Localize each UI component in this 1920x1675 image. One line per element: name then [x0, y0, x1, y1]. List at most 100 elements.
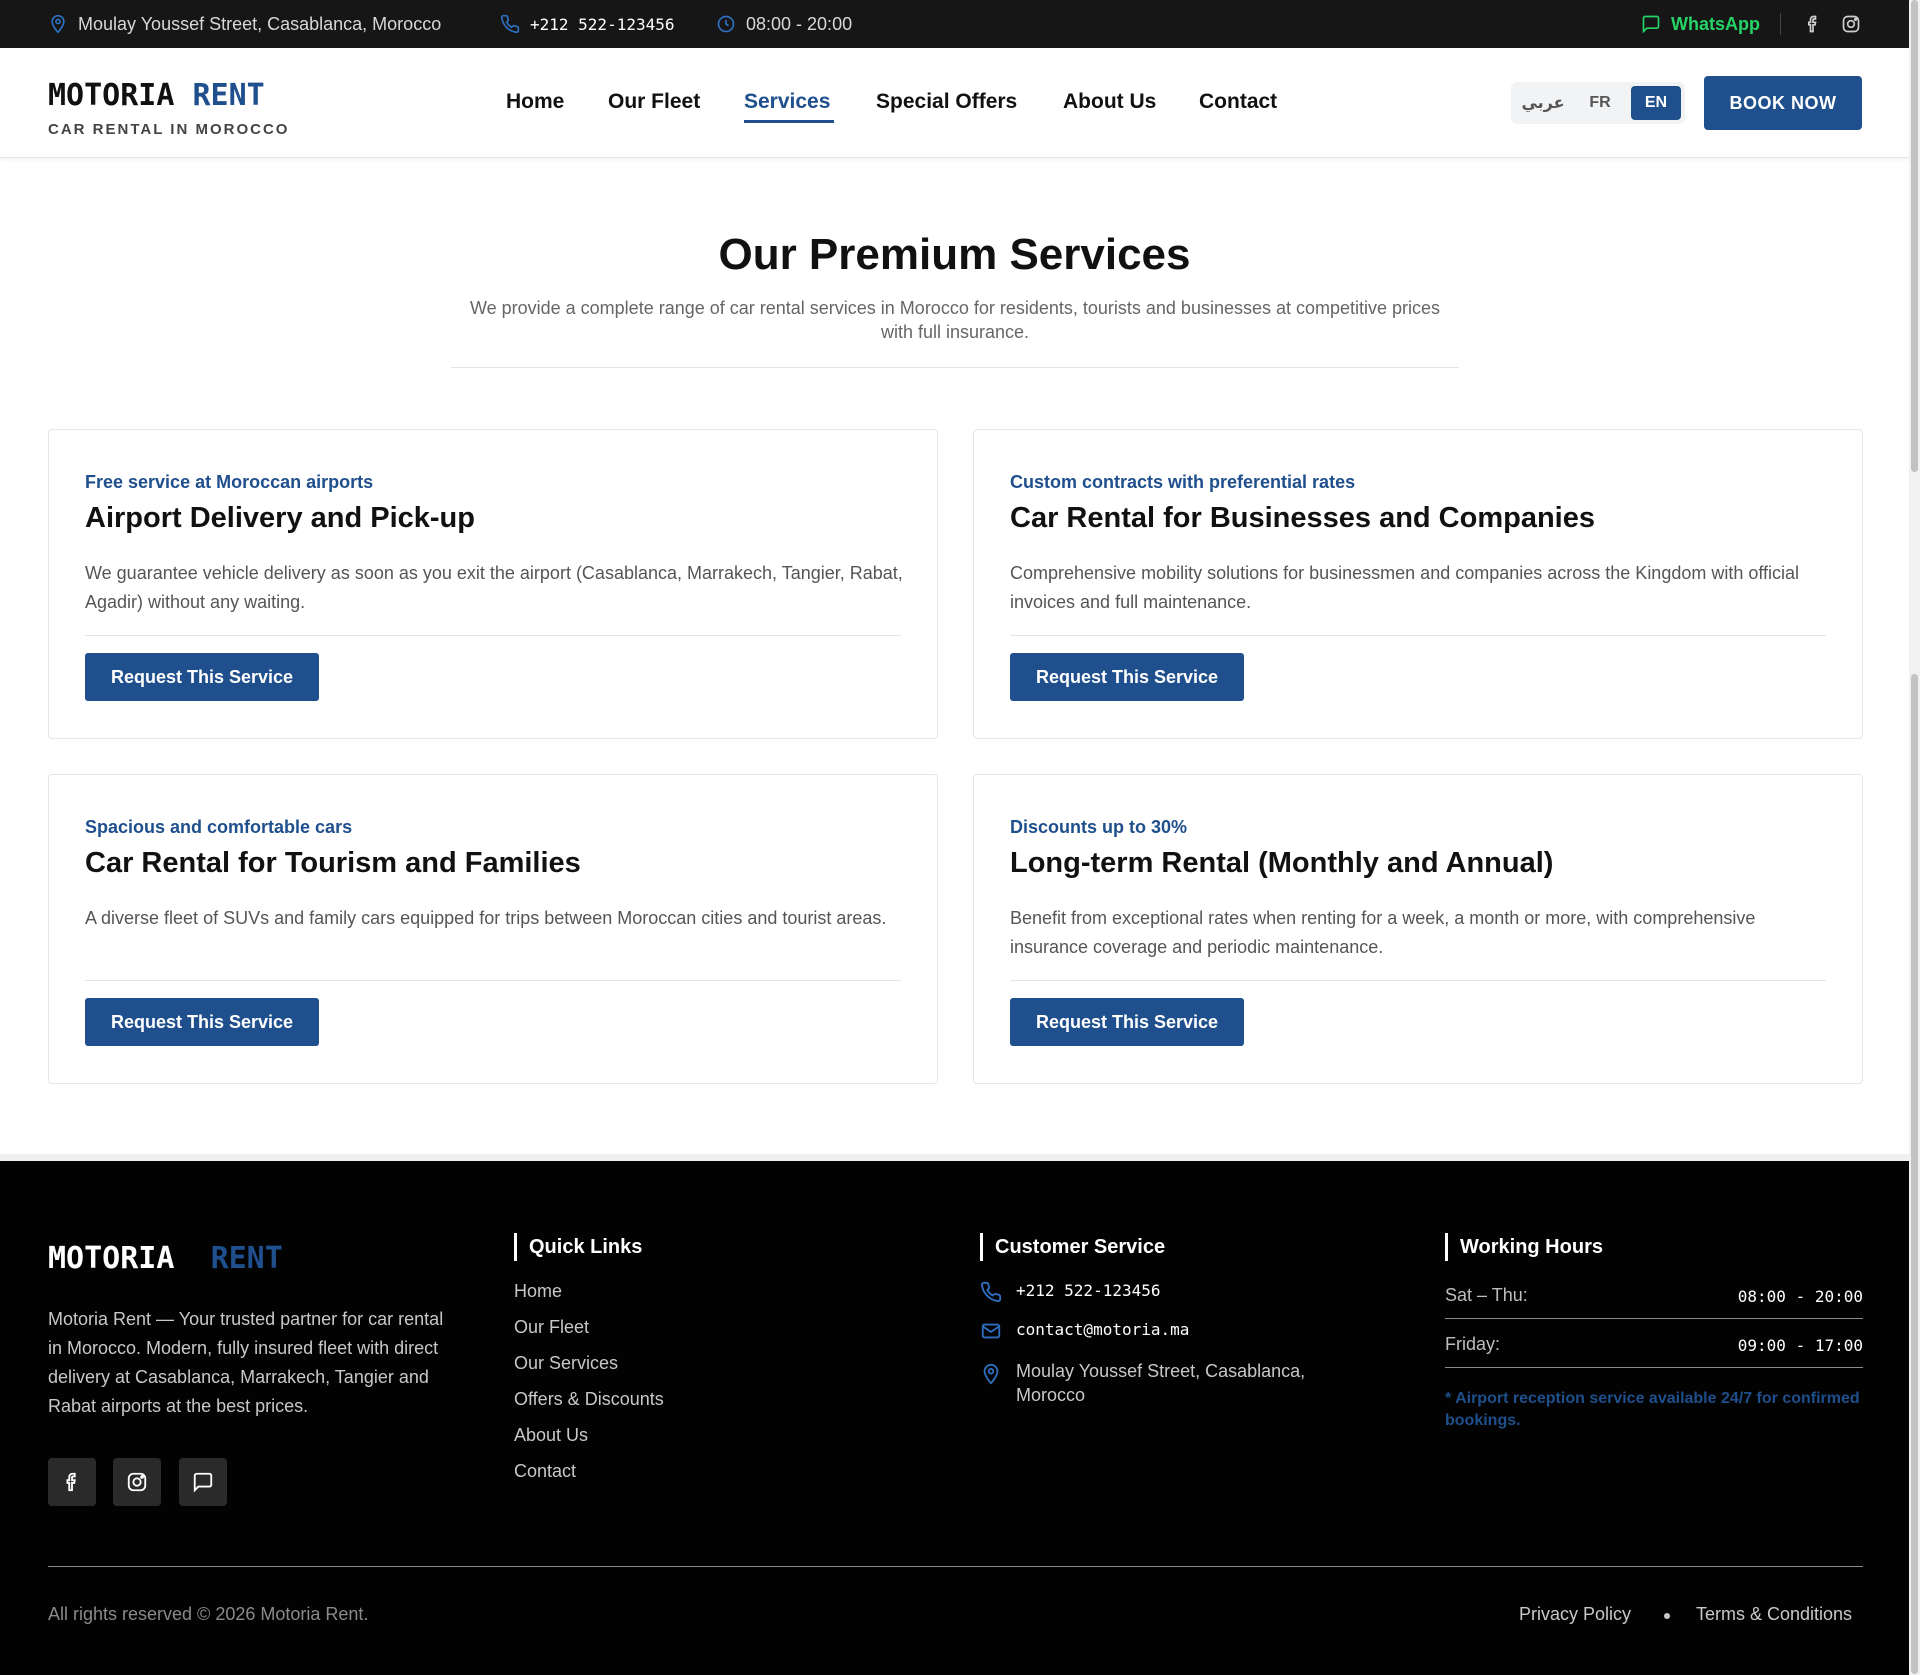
service-divider	[85, 980, 901, 981]
nav-active-underline	[744, 120, 834, 123]
service-eyebrow: Custom contracts with preferential rates	[1010, 472, 1356, 492]
service-card-airport: Free service at Moroccan airports Airpor…	[48, 429, 938, 739]
map-pin-icon	[51, 14, 65, 34]
topbar-address-text: Moulay Youssef Street, Casablanca, Moroc…	[78, 13, 442, 34]
service-title: Car Rental for Businesses and Companies	[1010, 502, 1595, 534]
nav-our-fleet[interactable]: Our Fleet	[608, 90, 700, 114]
site-logo[interactable]: MOTORIA RENT CAR RENTAL IN MOROCCO	[48, 78, 289, 138]
footer-link-about[interactable]: About Us	[514, 1425, 588, 1446]
nav-contact[interactable]: Contact	[1199, 90, 1277, 114]
request-service-button[interactable]: Request This Service	[1010, 653, 1244, 701]
phone-icon	[981, 1281, 1002, 1302]
footer-gap	[0, 1154, 1909, 1161]
clock-icon	[717, 15, 735, 33]
lang-fr[interactable]: FR	[1577, 86, 1623, 120]
scrollbar-thumb-upper[interactable]	[1911, 0, 1918, 472]
lang-ar[interactable]: عربي	[1517, 86, 1569, 120]
hours-row-weekdays: Sat – Thu: 08:00 - 20:00	[1445, 1283, 1863, 1319]
service-title: Airport Delivery and Pick-up	[85, 502, 475, 534]
logo-main: MOTORIA	[48, 78, 175, 113]
customer-service-heading: Customer Service	[980, 1233, 1165, 1261]
topbar-separator	[1780, 13, 1781, 35]
logo-accent: RENT	[192, 78, 265, 113]
footer-about: Motoria Rent — Your trusted partner for …	[48, 1309, 444, 1416]
footer-link-home[interactable]: Home	[514, 1281, 562, 1302]
service-divider	[85, 635, 901, 636]
topbar-instagram-link[interactable]	[1841, 0, 1861, 48]
lang-en[interactable]: EN	[1631, 86, 1681, 120]
footer-phone-text: +212 522-123456	[1016, 1281, 1161, 1300]
logo-tagline: CAR RENTAL IN MOROCCO	[48, 121, 290, 138]
service-description: We guarantee vehicle delivery as soon as…	[85, 563, 903, 612]
terms-link[interactable]: Terms & Conditions	[1696, 1604, 1852, 1625]
page: Moulay Youssef Street, Casablanca, Moroc…	[0, 0, 1909, 1675]
footer-phone[interactable]: +212 522-123456	[980, 1281, 1161, 1303]
topbar-hours: 08:00 - 20:00	[716, 0, 852, 48]
footer-instagram-button[interactable]	[113, 1458, 161, 1506]
quick-links-heading: Quick Links	[514, 1233, 642, 1261]
footer-link-offers[interactable]: Offers & Discounts	[514, 1389, 664, 1410]
footer-logo-accent: RENT	[210, 1241, 283, 1276]
page-scrollbar[interactable]	[1909, 0, 1920, 1675]
request-service-button[interactable]: Request This Service	[85, 653, 319, 701]
footer-logo-main: MOTORIA	[48, 1241, 175, 1276]
topbar-facebook-link[interactable]	[1803, 0, 1823, 48]
nav-home[interactable]: Home	[506, 90, 564, 114]
section-title: Our Premium Services	[718, 230, 1191, 279]
topbar-address: Moulay Youssef Street, Casablanca, Moroc…	[48, 0, 441, 48]
hours-time: 08:00 - 20:00	[1737, 1287, 1863, 1306]
service-divider	[1010, 980, 1826, 981]
book-now-button[interactable]: BOOK NOW	[1704, 76, 1862, 130]
main-header: MOTORIA RENT CAR RENTAL IN MOROCCO Home …	[0, 48, 1909, 158]
section-subtitle: We provide a complete range of car renta…	[469, 298, 1441, 342]
privacy-policy-link[interactable]: Privacy Policy	[1519, 1604, 1631, 1625]
footer-address: Moulay Youssef Street, Casablanca, Moroc…	[980, 1359, 1320, 1407]
chat-icon	[1642, 15, 1660, 34]
hours-day: Friday:	[1445, 1334, 1501, 1354]
footer-link-contact[interactable]: Contact	[514, 1461, 576, 1482]
top-info-bar: Moulay Youssef Street, Casablanca, Moroc…	[0, 0, 1909, 48]
service-title: Car Rental for Tourism and Families	[85, 847, 581, 879]
nav-services[interactable]: Services	[744, 90, 830, 114]
hours-day: Sat – Thu:	[1445, 1285, 1528, 1305]
copyright: All rights reserved © 2026 Motoria Rent.	[48, 1604, 369, 1624]
request-service-button[interactable]: Request This Service	[1010, 998, 1244, 1046]
footer-chat-button[interactable]	[179, 1458, 227, 1506]
footer-link-services[interactable]: Our Services	[514, 1353, 618, 1374]
instagram-icon	[127, 1472, 147, 1492]
whatsapp-label: WhatsApp	[1671, 13, 1760, 34]
footer-email-text: contact@motoria.ma	[1016, 1320, 1190, 1339]
nav-special-offers[interactable]: Special Offers	[876, 90, 1017, 114]
service-description: Benefit from exceptional rates when rent…	[1010, 908, 1756, 957]
footer-link-fleet[interactable]: Our Fleet	[514, 1317, 589, 1338]
section-divider	[451, 367, 1459, 368]
whatsapp-link[interactable]: WhatsApp	[1641, 0, 1760, 48]
service-eyebrow: Free service at Moroccan airports	[85, 472, 374, 492]
service-card-business: Custom contracts with preferential rates…	[973, 429, 1863, 739]
request-service-button[interactable]: Request This Service	[85, 998, 319, 1046]
service-card-tourism: Spacious and comfortable cars Car Rental…	[48, 774, 938, 1084]
service-description: A diverse fleet of SUVs and family cars …	[85, 908, 887, 928]
facebook-icon	[1808, 15, 1817, 33]
service-divider	[1010, 635, 1826, 636]
service-description: Comprehensive mobility solutions for bus…	[1010, 563, 1800, 612]
nav-about-us[interactable]: About Us	[1063, 90, 1156, 114]
footer-facebook-button[interactable]	[48, 1458, 96, 1506]
scrollbar-thumb[interactable]	[1911, 674, 1918, 1674]
footer-logo[interactable]: MOTORIA RENT	[48, 1241, 283, 1276]
working-hours-heading: Working Hours	[1445, 1233, 1603, 1261]
topbar-phone-text: +212 522-123456	[530, 14, 675, 34]
facebook-icon	[66, 1472, 76, 1492]
service-card-long-term: Discounts up to 30% Long-term Rental (Mo…	[973, 774, 1863, 1084]
topbar-hours-text: 08:00 - 20:00	[746, 13, 853, 34]
topbar-phone[interactable]: +212 522-123456	[500, 0, 675, 48]
hours-time: 09:00 - 17:00	[1737, 1336, 1863, 1355]
footer-address-text: Moulay Youssef Street, Casablanca, Moroc…	[1016, 1361, 1306, 1405]
map-pin-icon	[983, 1363, 999, 1385]
hours-note: * Airport reception service available 24…	[1445, 1390, 1860, 1429]
phone-icon	[500, 14, 520, 34]
chat-icon	[193, 1472, 213, 1493]
instagram-icon	[1842, 15, 1860, 33]
service-title: Long-term Rental (Monthly and Annual)	[1010, 847, 1554, 879]
footer-email[interactable]: contact@motoria.ma	[980, 1320, 1189, 1342]
